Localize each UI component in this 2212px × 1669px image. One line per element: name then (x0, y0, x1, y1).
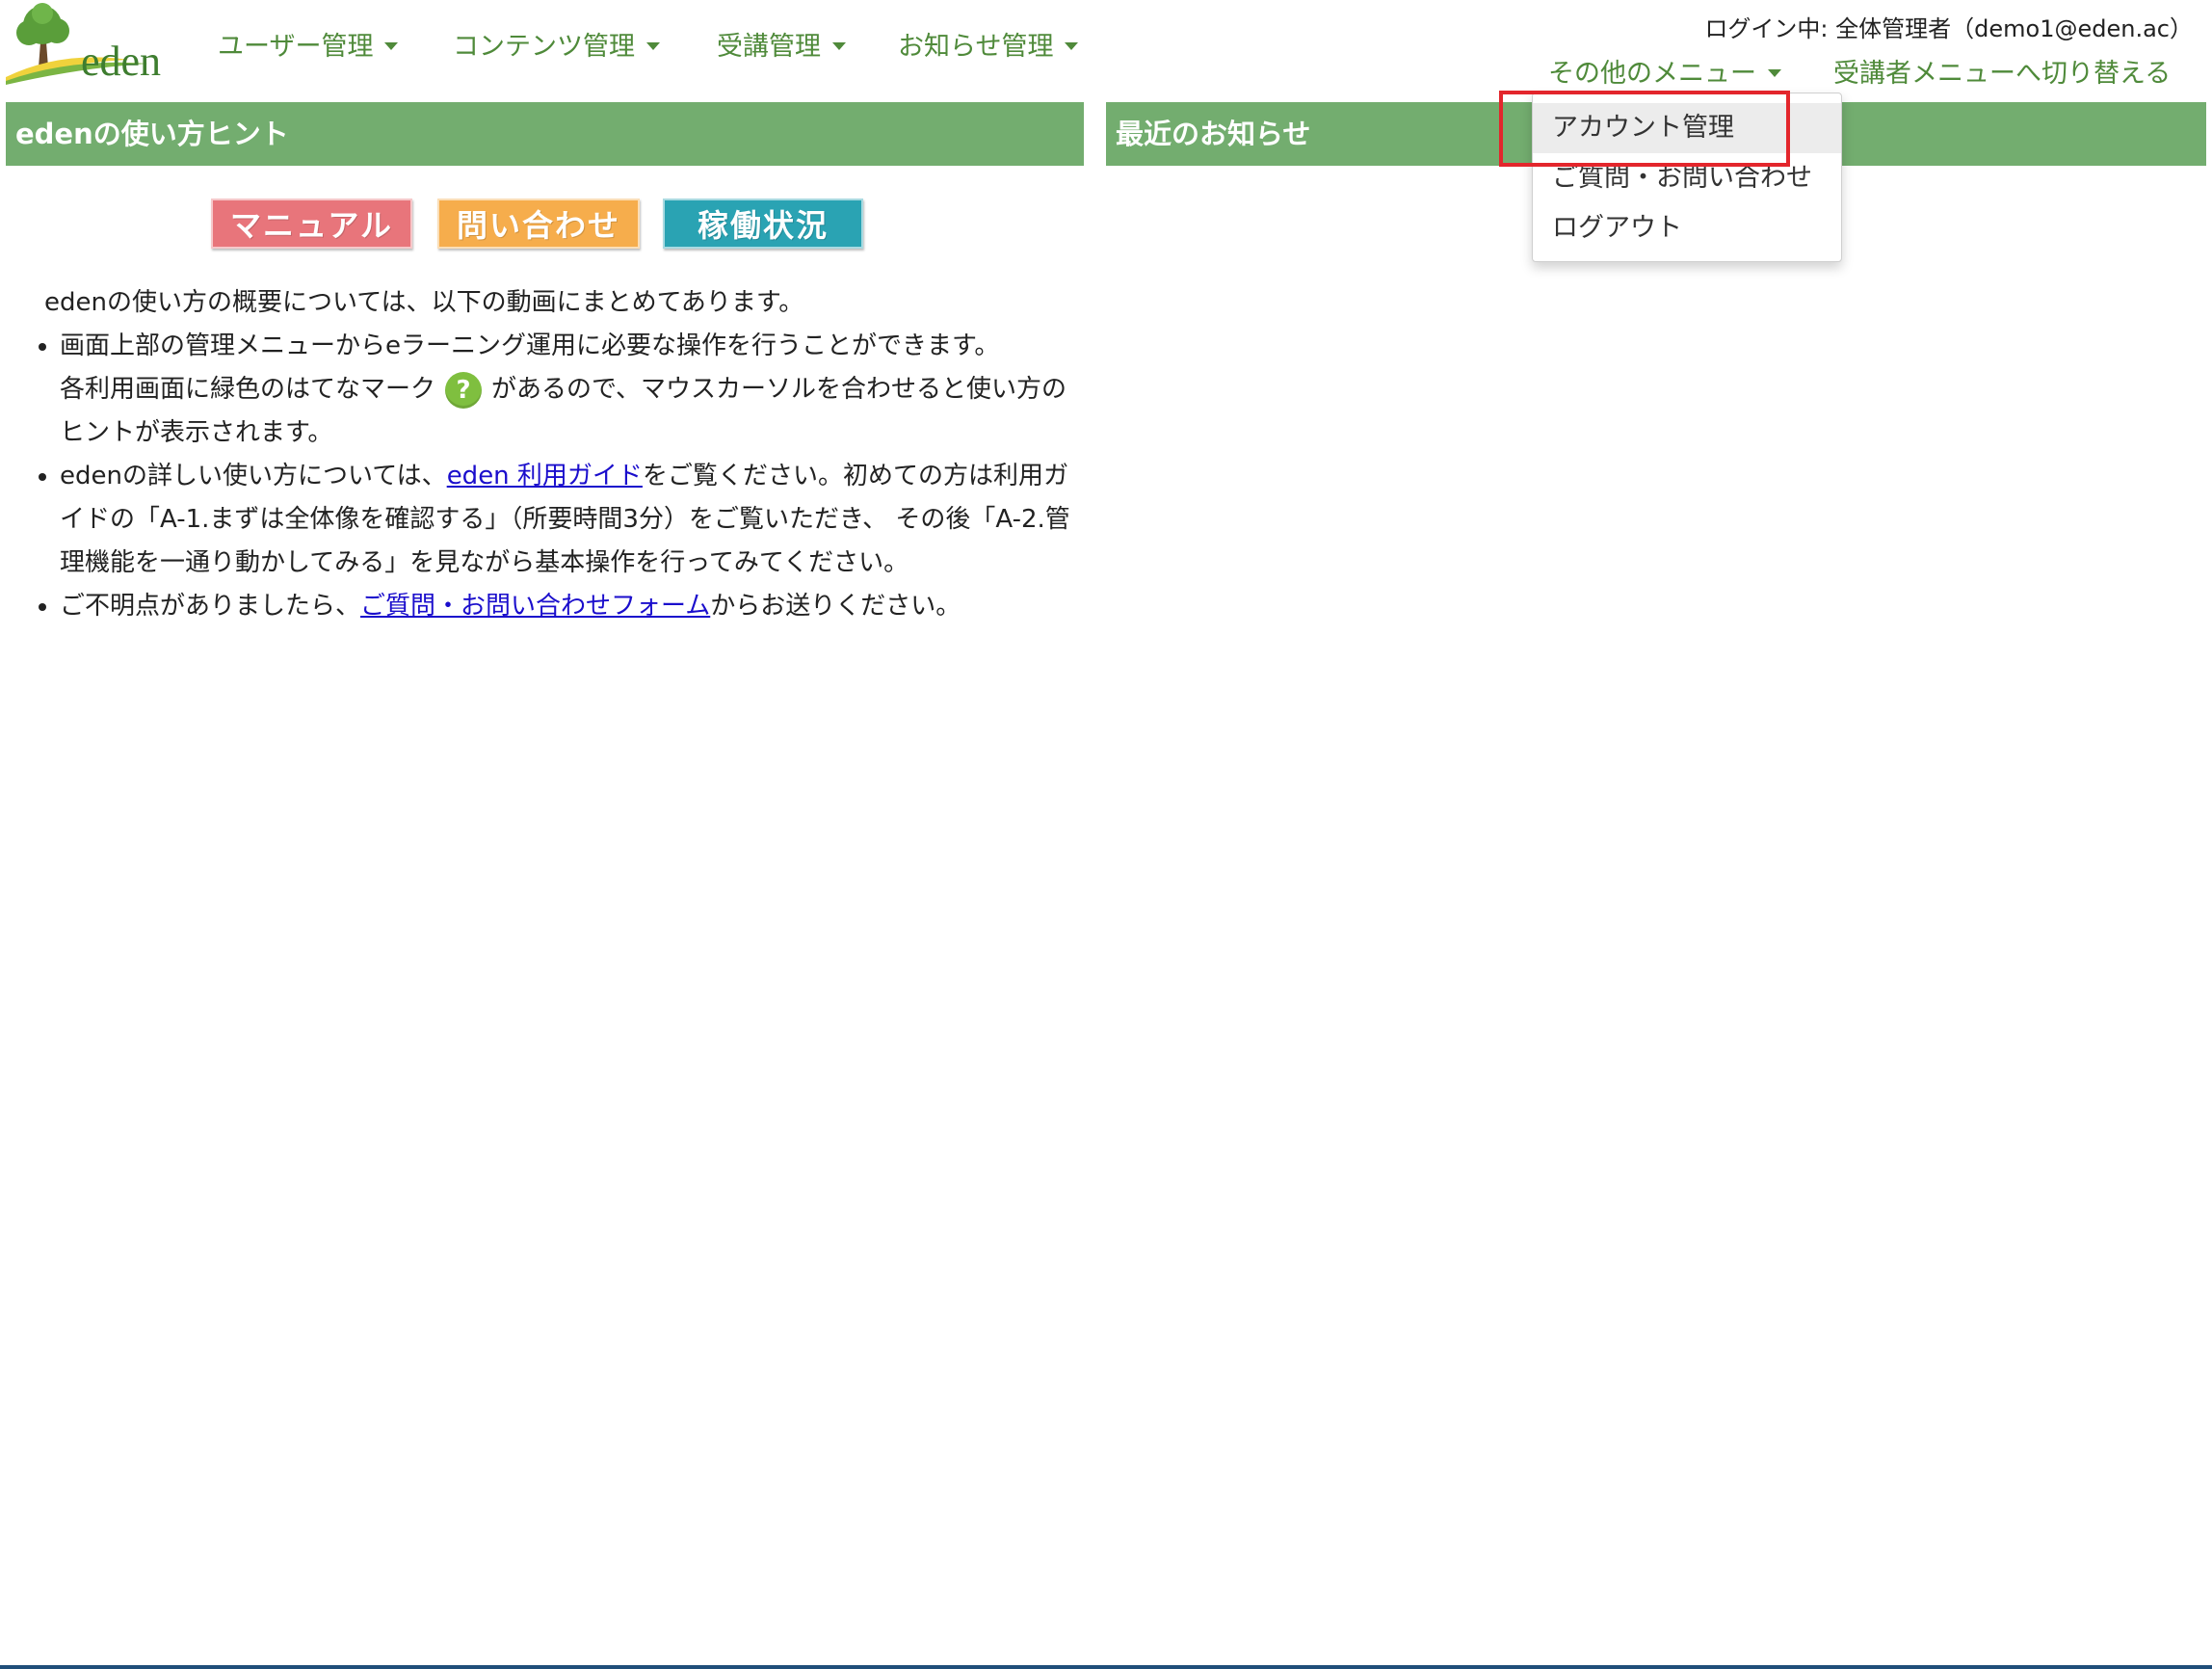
caret-down-icon (1065, 41, 1079, 50)
dropdown-item-logout[interactable]: ログアウト (1533, 203, 1841, 253)
eden-logo[interactable]: eden (4, 0, 182, 85)
bullet2-pre: edenの詳しい使い方については、 (60, 462, 447, 490)
bullet1-line1: 画面上部の管理メニューからeラーニング運用に必要な操作を行うことができます。 (60, 331, 1000, 360)
caret-down-icon (832, 41, 846, 50)
logo-wordmark: eden (81, 38, 161, 85)
nav-news-management[interactable]: お知らせ管理 (898, 25, 1079, 63)
window-bottom-border (0, 1665, 2212, 1669)
inquiry-button[interactable]: 問い合わせ (437, 199, 640, 249)
dropdown-item-account-management[interactable]: アカウント管理 (1533, 103, 1841, 153)
hint-content: edenの使い方の概要については、以下の動画にまとめてあります。 画面上部の管理… (44, 281, 1085, 628)
nav-other-menu[interactable]: その他のメニュー (1548, 52, 1781, 90)
nav-course-management[interactable]: 受講管理 (717, 25, 846, 63)
dropdown-item-inquiry[interactable]: ご質問・お問い合わせ (1533, 153, 1841, 203)
caret-down-icon (646, 41, 660, 50)
list-item: 画面上部の管理メニューからeラーニング運用に必要な操作を行うことができます。 各… (60, 325, 1085, 455)
login-info: ログイン中: 全体管理者（demo1@eden.ac） (1704, 15, 2193, 42)
bullet1-line2a: 各利用画面に緑色のはてなマーク (60, 375, 436, 404)
eden-guide-link[interactable]: eden 利用ガイド (447, 462, 643, 490)
bullet3-pre: ご不明点がありましたら、 (60, 592, 361, 621)
caret-down-icon (384, 41, 399, 50)
intro-text: edenの使い方の概要については、以下の動画にまとめてあります。 (44, 288, 804, 317)
nav-other-menu-label: その他のメニュー (1548, 59, 1756, 89)
nav-user-management-label: ユーザー管理 (218, 32, 374, 62)
inquiry-form-link[interactable]: ご質問・お問い合わせフォーム (360, 592, 710, 621)
manual-button[interactable]: マニュアル (211, 199, 412, 249)
nav-content-management-label: コンテンツ管理 (453, 32, 635, 62)
switch-to-learner-menu-link[interactable]: 受講者メニューへ切り替える (1833, 52, 2171, 90)
nav-content-management[interactable]: コンテンツ管理 (453, 25, 660, 63)
list-item: ご不明点がありましたら、ご質問・お問い合わせフォームからお送りください。 (60, 585, 1085, 628)
hint-panel-title: edenの使い方ヒント (6, 102, 1084, 166)
service-status-button[interactable]: 稼働状況 (663, 199, 863, 249)
nav-user-management[interactable]: ユーザー管理 (218, 25, 399, 63)
bullet3-post: からお送りください。 (710, 592, 961, 621)
hint-list: 画面上部の管理メニューからeラーニング運用に必要な操作を行うことができます。 各… (44, 325, 1085, 628)
caret-down-icon (1768, 68, 1781, 77)
other-menu-dropdown: アカウント管理 ご質問・お問い合わせ ログアウト (1532, 93, 1842, 262)
nav-news-management-label: お知らせ管理 (898, 32, 1054, 62)
list-item: edenの詳しい使い方については、eden 利用ガイドをご覧ください。初めての方… (60, 455, 1085, 585)
help-question-icon: ? (445, 371, 483, 409)
nav-course-management-label: 受講管理 (717, 32, 821, 62)
